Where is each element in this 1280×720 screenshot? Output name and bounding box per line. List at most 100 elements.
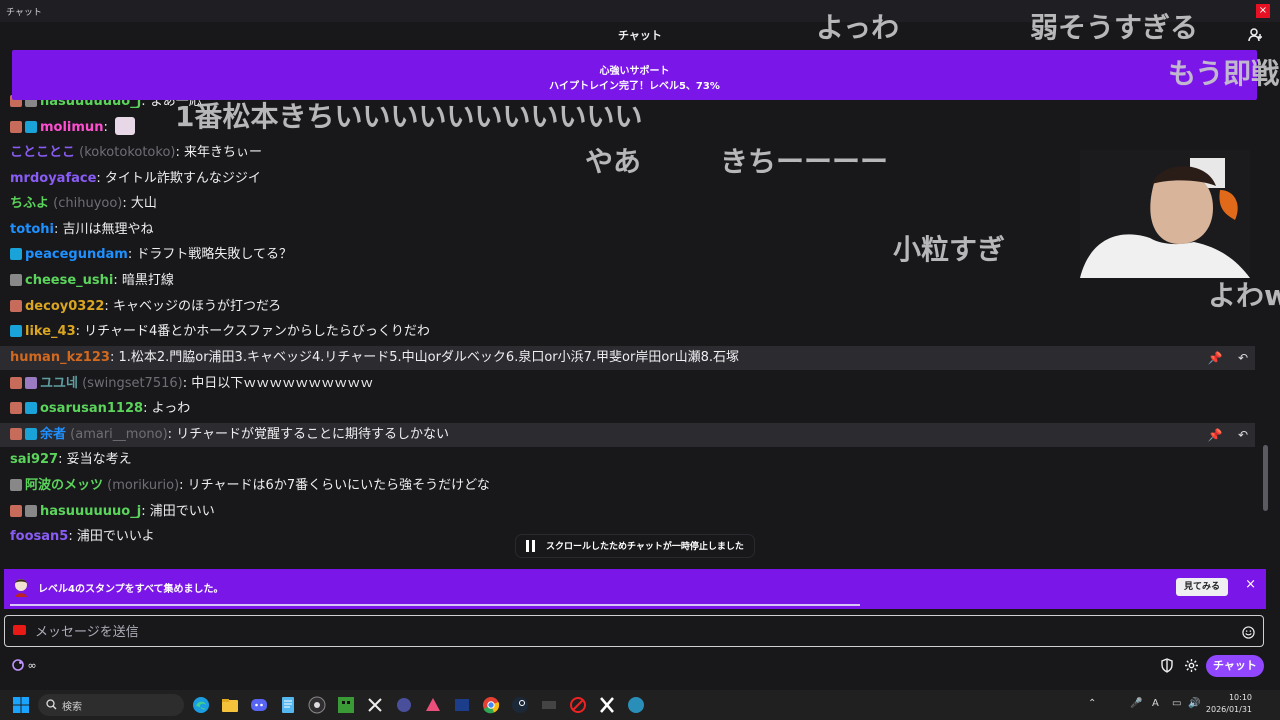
tray-expand-icon[interactable]: ⌃ — [1088, 698, 1096, 709]
shield-icon[interactable] — [1160, 658, 1174, 673]
chat-message[interactable]: peacegundam: ドラフト戦略失敗してる？ — [0, 243, 1255, 267]
chat-username[interactable]: ことことこ — [10, 145, 75, 160]
x-app-icon[interactable] — [366, 696, 384, 714]
chat-username[interactable]: cheese_ushi — [25, 273, 113, 288]
crown-badge-icon[interactable] — [10, 325, 22, 337]
close-window-button[interactable]: × — [1256, 4, 1270, 18]
chrome-icon[interactable] — [482, 696, 500, 714]
network-icon[interactable]: ▭ — [1172, 698, 1181, 709]
taskbar-search[interactable]: 検索 — [38, 694, 184, 716]
windows-start-icon[interactable] — [12, 696, 30, 714]
app-icon[interactable] — [540, 696, 558, 714]
send-chat-button[interactable]: チャット — [1206, 655, 1264, 677]
pin-icon[interactable]: 📌 — [1205, 348, 1225, 368]
chat-message-text: ドラフト戦略失敗してる？ — [136, 247, 292, 262]
chat-message[interactable]: hasuuuuuuo_j: 浦田でいい — [0, 500, 1255, 524]
chat-message[interactable]: sai927: 妥当な考え — [0, 448, 1255, 472]
chat-message-input[interactable] — [33, 621, 1217, 643]
sub-badge-icon[interactable] — [10, 121, 22, 133]
chat-message[interactable]: cheese_ushi: 暗黒打線 — [0, 269, 1255, 293]
chat-colon: : — [175, 145, 184, 160]
reply-icon[interactable]: ↶ — [1233, 348, 1253, 368]
bot-badge-icon[interactable] — [10, 479, 22, 491]
taskbar-clock[interactable]: 10:10 2026/01/31 — [1206, 692, 1252, 716]
bot-badge-icon[interactable] — [10, 274, 22, 286]
chat-input-box[interactable] — [4, 615, 1264, 647]
chat-username[interactable]: mrdoyaface — [10, 171, 96, 186]
chat-message[interactable]: 阿波のメッツ (morikurio): リチャードは6か7番くらいにいたら強そう… — [0, 474, 1255, 498]
crown-badge-icon[interactable] — [25, 428, 37, 440]
reply-icon[interactable]: ↶ — [1233, 425, 1253, 445]
chat-colon: : — [167, 427, 177, 442]
chat-colon: : — [143, 401, 152, 416]
app-icon[interactable] — [627, 696, 645, 714]
chat-username[interactable]: 余者 — [40, 427, 66, 442]
app-icon[interactable] — [424, 696, 442, 714]
chat-message[interactable]: human_kz123: 1.松本2.門脇or浦田3.キャベッジ4.リチャード5… — [0, 346, 1255, 370]
webcam-overlay — [1080, 150, 1250, 278]
chat-username[interactable]: sai927 — [10, 452, 58, 467]
emoji-picker-icon[interactable] — [1242, 626, 1255, 639]
chat-username[interactable]: 阿波のメッツ — [25, 478, 103, 493]
file-explorer-icon[interactable] — [221, 696, 239, 714]
edge-icon[interactable] — [192, 696, 210, 714]
sub-badge-icon[interactable] — [10, 428, 22, 440]
chat-paused-indicator[interactable]: スクロールしたためチャットが一時停止しました — [516, 535, 754, 557]
notepad-icon[interactable] — [279, 696, 297, 714]
chat-username[interactable]: osarusan1128 — [40, 401, 143, 416]
sub-badge-icon[interactable] — [10, 402, 22, 414]
crown-badge-icon[interactable] — [25, 402, 37, 414]
crown-badge-icon[interactable] — [25, 121, 37, 133]
chat-message[interactable]: ユユ네 (swingset7516): 中日以下ｗｗｗｗｗｗｗｗｗｗ — [0, 372, 1255, 396]
chat-message[interactable]: osarusan1128: よっわ — [0, 397, 1255, 421]
channel-points[interactable]: ∞ — [12, 659, 37, 672]
chat-username[interactable]: foosan5 — [10, 529, 68, 544]
chat-message[interactable]: ちふよ (chihuyoo): 大山 — [0, 192, 1255, 216]
chat-username[interactable]: peacegundam — [25, 247, 128, 262]
ime-icon[interactable]: A — [1152, 698, 1159, 709]
gear-icon[interactable] — [1184, 658, 1199, 673]
chat-username[interactable]: ちふよ — [10, 196, 49, 211]
chat-username[interactable]: like_43 — [25, 324, 76, 339]
close-banner-button[interactable]: × — [1245, 577, 1256, 592]
sub-badge-icon[interactable] — [10, 300, 22, 312]
chat-message[interactable]: 余者 (amari__mono): リチャードが覚醒することに期待するしかない 📌… — [0, 423, 1255, 447]
minecraft-icon[interactable] — [337, 696, 355, 714]
chat-message[interactable]: like_43: リチャード4番とかホークスファンからしたらびっくりだわ — [0, 320, 1255, 344]
chat-message[interactable]: totohi: 吉川は無理やね — [0, 218, 1255, 242]
mini-badge-icon[interactable] — [25, 377, 37, 389]
chat-colon: : — [68, 529, 77, 544]
stamp-banner-text: レベル4のスタンプをすべて集めました。 — [38, 584, 224, 595]
app-icon[interactable] — [598, 696, 616, 714]
obs-icon[interactable] — [308, 696, 326, 714]
chat-username[interactable]: molimun — [40, 120, 103, 135]
chat-message[interactable]: decoy0322: キャベッジのほうが打つだろ — [0, 295, 1255, 319]
bot-badge-icon[interactable] — [25, 505, 37, 517]
chat-username[interactable]: totohi — [10, 222, 54, 237]
app-icon[interactable] — [395, 696, 413, 714]
chat-login-name: (swingset7516) — [82, 376, 183, 391]
discord-icon[interactable] — [250, 696, 268, 714]
app-icon[interactable] — [569, 696, 587, 714]
app-icon[interactable] — [453, 696, 471, 714]
microphone-icon[interactable]: 🎤 — [1130, 698, 1142, 709]
community-icon[interactable] — [1248, 27, 1264, 43]
steam-icon[interactable] — [511, 696, 529, 714]
chat-scrollbar[interactable] — [1263, 445, 1268, 511]
chat-username[interactable]: decoy0322 — [25, 299, 104, 314]
sub-badge-icon[interactable] — [10, 377, 22, 389]
pin-icon[interactable]: 📌 — [1205, 425, 1225, 445]
overlay-comment: 弱そうすぎる — [1030, 11, 1199, 44]
view-stamps-button[interactable]: 見てみる — [1175, 578, 1228, 596]
chat-username[interactable]: ユユ네 — [40, 376, 78, 391]
volume-icon[interactable]: 🔊 — [1188, 698, 1200, 709]
chat-username[interactable]: hasuuuuuuo_j — [40, 504, 141, 519]
crown-badge-icon[interactable] — [10, 248, 22, 260]
camera-icon[interactable] — [13, 625, 26, 635]
channel-points-icon — [12, 659, 24, 671]
emote-icon[interactable] — [114, 117, 135, 135]
chat-message-text: 暗黒打線 — [121, 273, 174, 288]
chat-username[interactable]: human_kz123 — [10, 350, 110, 365]
sub-badge-icon[interactable] — [10, 505, 22, 517]
hype-train-banner[interactable]: 心強いサポート ハイプトレイン完了！レベル5、73% — [12, 50, 1257, 100]
